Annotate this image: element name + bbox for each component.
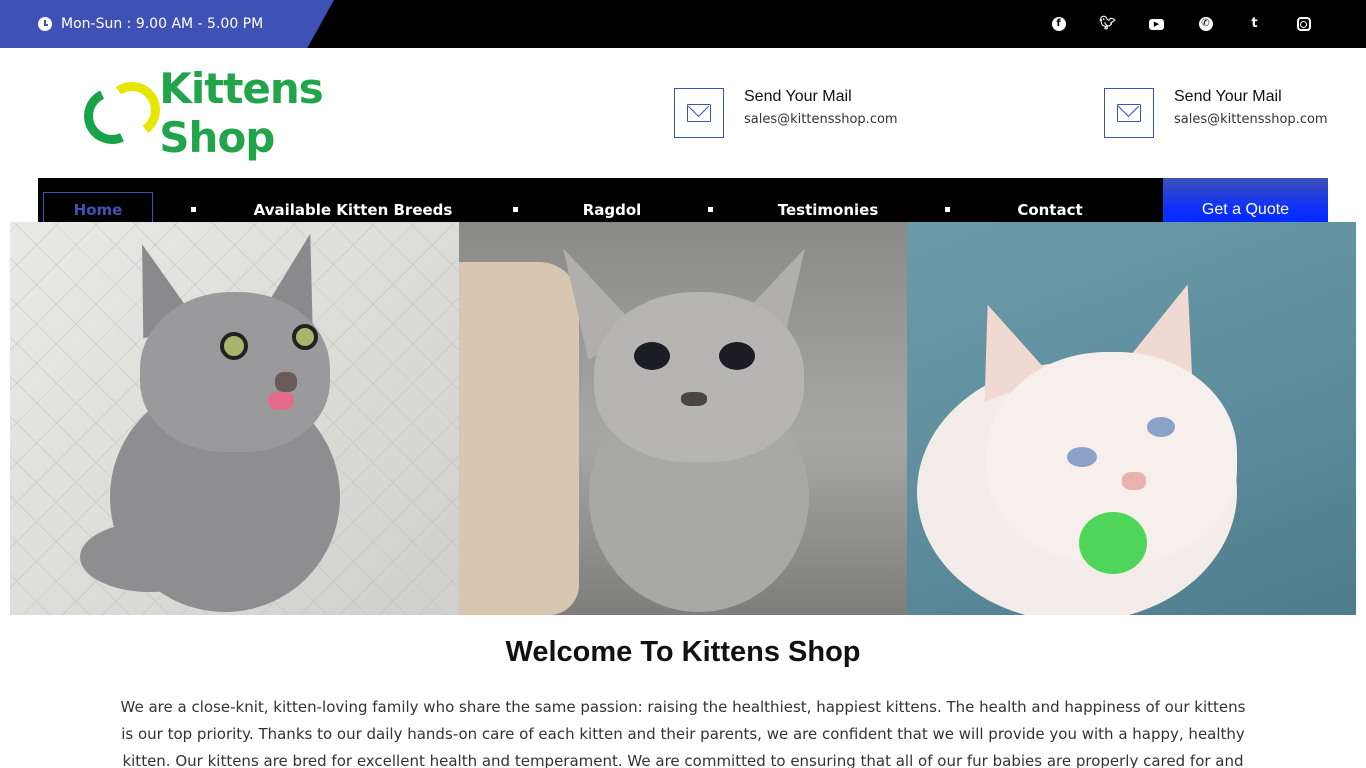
contact-title: Send Your Mail [744, 88, 852, 105]
site-logo[interactable]: Kittens Shop [76, 64, 427, 162]
whatsapp-link[interactable]: ✆ [1181, 0, 1230, 48]
logo-mark-icon [76, 77, 165, 152]
business-hours: Mon-Sun : 9.00 AM - 5.00 PM [0, 0, 334, 48]
gallery-photo-grey-kitten-blanket [10, 222, 459, 615]
welcome-heading: Welcome To Kittens Shop [505, 636, 861, 668]
gallery-photo-grey-kitten-couch [459, 222, 907, 615]
contact-mail-2: Send Your Mail sales@kittensshop.com [1104, 88, 1328, 138]
instagram-link[interactable] [1279, 0, 1328, 48]
nav-separator [945, 207, 950, 212]
kitten-gallery [10, 222, 1356, 615]
youtube-icon: ▶ [1149, 18, 1164, 30]
facebook-link[interactable]: f [1034, 0, 1083, 48]
twitter-link[interactable]: 🐦︎ [1083, 0, 1132, 48]
business-hours-text: Mon-Sun : 9.00 AM - 5.00 PM [61, 16, 264, 32]
clock-icon [38, 17, 52, 31]
twitter-icon: 🐦︎ [1099, 16, 1116, 31]
whatsapp-icon: ✆ [1198, 17, 1213, 31]
nav-separator [708, 207, 713, 212]
contact-email-link[interactable]: sales@kittensshop.com [1174, 112, 1328, 127]
instagram-icon [1296, 17, 1311, 31]
envelope-icon [674, 88, 724, 138]
contact-email-link[interactable]: sales@kittensshop.com [744, 112, 898, 127]
nav-separator [513, 207, 518, 212]
gallery-photo-white-kitten-ball [907, 222, 1356, 615]
social-links: f 🐦︎ ▶ ✆ t [1034, 0, 1328, 48]
logo-text: Kittens Shop [159, 64, 323, 162]
welcome-paragraph: We are a close-knit, kitten-loving famil… [120, 698, 1246, 768]
tumblr-icon: t [1251, 16, 1258, 31]
facebook-icon: f [1051, 17, 1066, 31]
tumblr-link[interactable]: t [1230, 0, 1279, 48]
top-bar: Mon-Sun : 9.00 AM - 5.00 PM f 🐦︎ ▶ ✆ t [0, 0, 1366, 48]
nav-separator [191, 207, 196, 212]
contact-title: Send Your Mail [1174, 88, 1282, 105]
contact-mail-1: Send Your Mail sales@kittensshop.com [674, 88, 898, 138]
envelope-icon [1104, 88, 1154, 138]
youtube-link[interactable]: ▶ [1132, 0, 1181, 48]
